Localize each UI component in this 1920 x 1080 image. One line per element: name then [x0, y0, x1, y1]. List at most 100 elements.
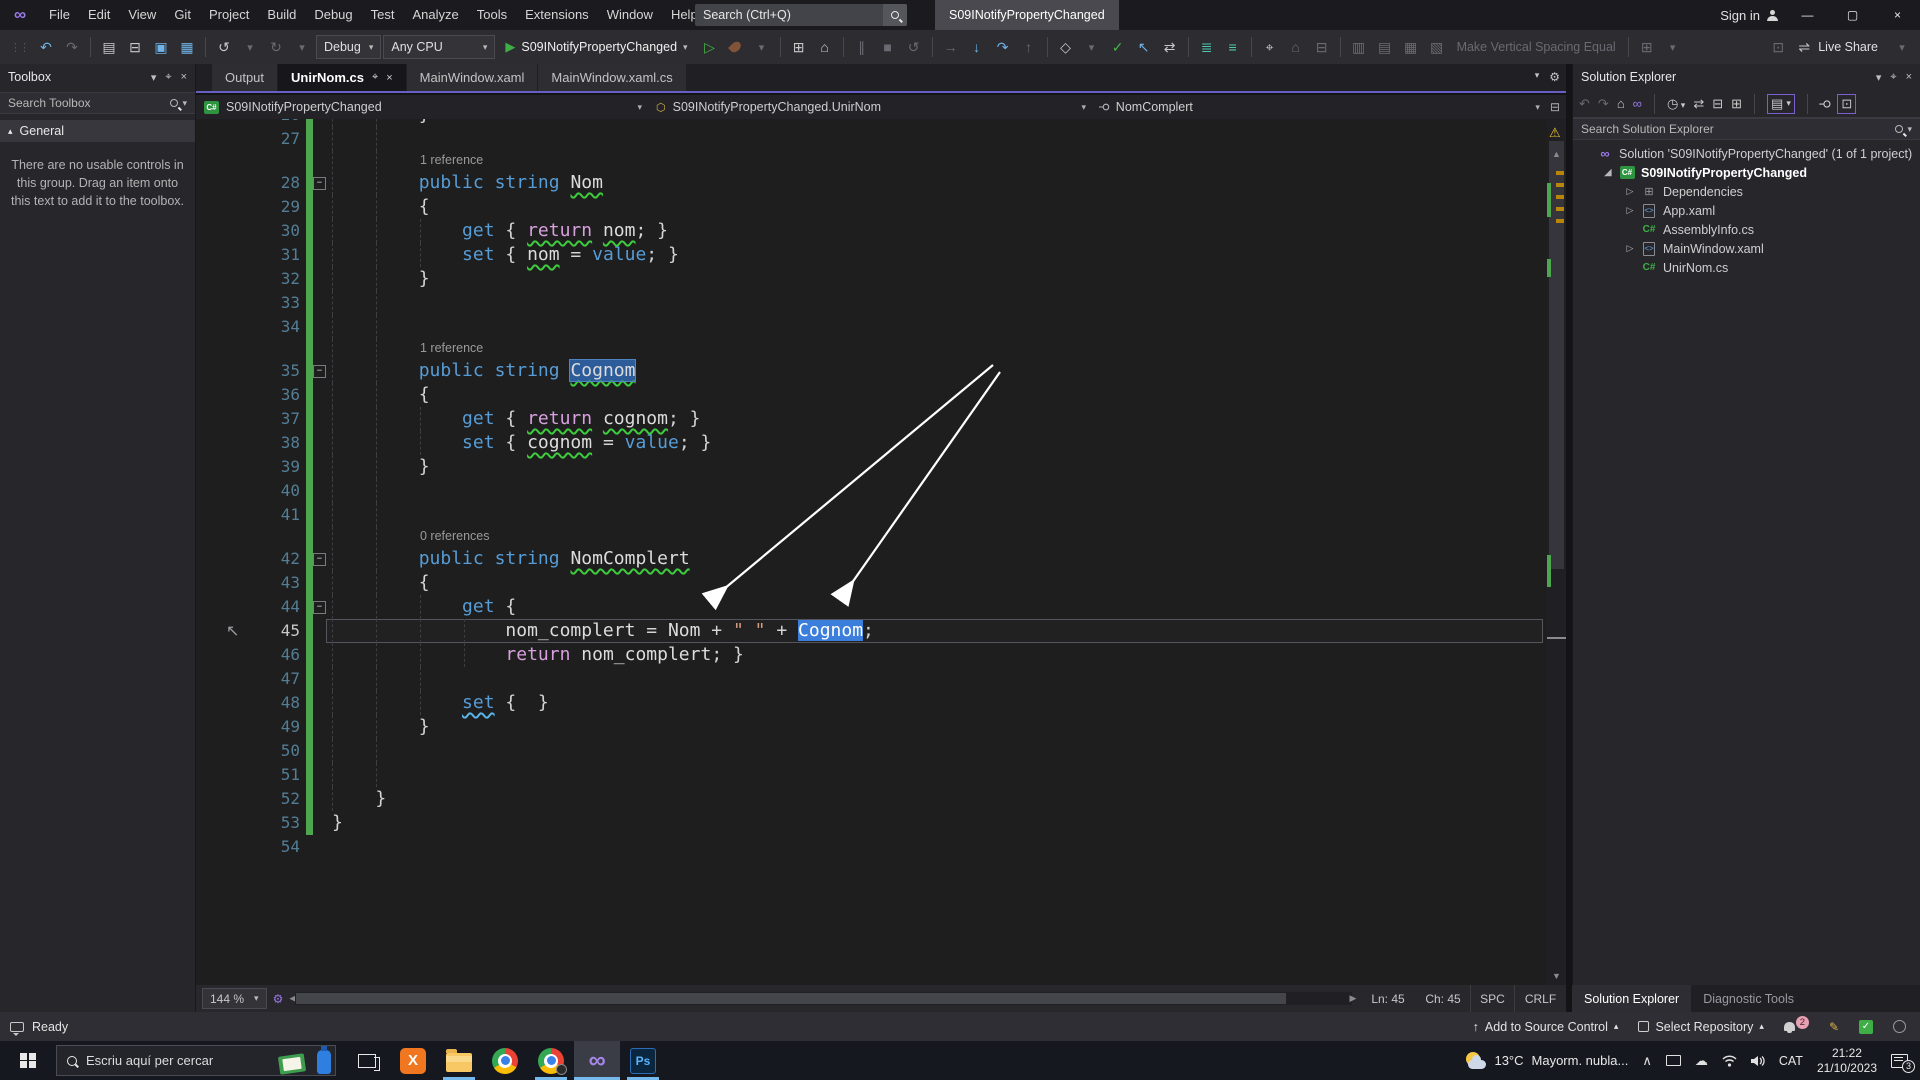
tree-item-mainwindow-xaml[interactable]: ▷<>MainWindow.xaml [1573, 239, 1920, 258]
codelens-references[interactable]: 1 reference [420, 153, 483, 167]
search-icon[interactable] [883, 4, 907, 26]
code-line-40[interactable]: 40 [196, 479, 1547, 503]
code-line-44[interactable]: 44− get { [196, 595, 1547, 619]
menu-item-edit[interactable]: Edit [79, 7, 119, 22]
breadcrumb-class[interactable]: ⬡ S09INotifyPropertyChanged.UnirNom ▾ [648, 100, 1092, 114]
code-line-43[interactable]: 43 { [196, 571, 1547, 595]
tree-item-app-xaml[interactable]: ▷<>App.xaml [1573, 201, 1920, 220]
device-icon[interactable] [1666, 1055, 1681, 1066]
code-line-28[interactable]: 1 reference28− public string Nom [196, 151, 1547, 195]
sign-in-button[interactable]: Sign in [1720, 0, 1778, 30]
taskbar-app-chrome-profile[interactable] [528, 1041, 574, 1080]
grid-dropdown-icon[interactable]: ▾ [1661, 35, 1685, 59]
code-line-48[interactable]: 48 set { } [196, 691, 1547, 715]
scroll-up-icon[interactable]: ▲ [1547, 149, 1566, 159]
code-line-42[interactable]: 0 references42− public string NomCompler… [196, 527, 1547, 571]
analysis-dropdown-icon[interactable]: ▾ [1080, 35, 1104, 59]
code-line-34[interactable]: 34 [196, 315, 1547, 339]
code-analysis-icon[interactable]: ◇ [1054, 35, 1078, 59]
volume-icon[interactable] [1751, 1055, 1765, 1067]
scroll-right-icon[interactable]: ▶ [1346, 985, 1360, 1012]
tree-item-s09inotifypropertychanged[interactable]: ◢C#S09INotifyPropertyChanged [1573, 163, 1920, 182]
expander-icon[interactable]: ◢ [1603, 167, 1613, 178]
sync-settings-icon[interactable]: ⚙ [267, 992, 290, 1006]
taskbar-app-visual-studio[interactable]: ∞ [574, 1041, 620, 1080]
grid-icon[interactable]: ⊞ [1635, 35, 1659, 59]
panel-menu-icon[interactable]: ▾ [1876, 71, 1882, 84]
configuration-dropdown[interactable]: Debug▾ [316, 35, 381, 59]
nested-view-toggle[interactable]: ▤▾ [1767, 94, 1795, 114]
code-line-31[interactable]: 31 set { nom = value; } [196, 243, 1547, 267]
bookmark-prev-icon[interactable]: ⌂ [1284, 35, 1308, 59]
pointer-icon[interactable]: ↖ [1132, 35, 1156, 59]
code-line-54[interactable]: 54 [196, 835, 1547, 859]
code-line-32[interactable]: 32 } [196, 267, 1547, 291]
menu-item-git[interactable]: Git [165, 7, 200, 22]
code-line-37[interactable]: 37 get { return cognom; } [196, 407, 1547, 431]
toolbar-overflow-icon[interactable]: ▾ [1890, 35, 1914, 59]
action-center-button[interactable]: 3 [1891, 1054, 1908, 1068]
toolbox-close-icon[interactable]: × [181, 71, 187, 84]
toolbox-menu-icon[interactable]: ▾ [151, 71, 157, 84]
toolbox-pin-icon[interactable]: ⌖ [165, 71, 171, 84]
tree-item-unirnom-cs[interactable]: C#UnirNom.cs [1573, 258, 1920, 277]
show-hidden-icons-chevron[interactable]: ∧ [1642, 1053, 1652, 1069]
taskbar-app-file-explorer[interactable] [436, 1041, 482, 1080]
toolbox-search-input[interactable]: Search Toolbox ▾ [0, 92, 195, 114]
code-line-53[interactable]: 53} [196, 811, 1547, 835]
quick-search-box[interactable]: Search (Ctrl+Q) [695, 4, 907, 26]
close-button[interactable]: × [1875, 0, 1920, 30]
taskbar-app-chrome[interactable] [482, 1041, 528, 1080]
collapse-region-icon[interactable]: − [313, 177, 326, 190]
redo-icon[interactable]: ↻ [264, 35, 288, 59]
live-share-icon[interactable]: ⇌ [1792, 35, 1816, 59]
tab-mainwindow-xaml-cs[interactable]: MainWindow.xaml.cs [538, 64, 685, 91]
taskbar-app-task-view[interactable] [344, 1041, 390, 1080]
properties-icon[interactable]: ⚲ [1817, 99, 1833, 109]
code-line-29[interactable]: 29 { [196, 195, 1547, 219]
collapse-region-icon[interactable]: − [313, 601, 326, 614]
tab-solution-explorer[interactable]: Solution Explorer [1572, 985, 1691, 1012]
minimize-button[interactable]: — [1785, 0, 1830, 30]
home-icon[interactable]: ⌂ [1617, 96, 1625, 111]
menu-item-window[interactable]: Window [598, 7, 662, 22]
undo-dropdown-icon[interactable]: ▾ [238, 35, 262, 59]
menu-item-debug[interactable]: Debug [305, 7, 361, 22]
feedback-bubble-icon[interactable] [10, 1022, 24, 1032]
code-editor[interactable]: 26 }271 reference28− public string Nom29… [196, 119, 1547, 985]
navigate-forward-icon[interactable]: ↷ [60, 35, 84, 59]
code-line-30[interactable]: 30 get { return nom; } [196, 219, 1547, 243]
code-line-50[interactable]: 50 [196, 739, 1547, 763]
open-file-icon[interactable]: ⊟ [123, 35, 147, 59]
taskbar-app-photoshop[interactable]: Ps [620, 1041, 666, 1080]
code-line-38[interactable]: 38 set { cognom = value; } [196, 431, 1547, 455]
split-editor-icon[interactable]: ⊟ [1550, 100, 1560, 114]
code-line-35[interactable]: 1 reference35− public string Cognom [196, 339, 1547, 383]
code-line-33[interactable]: 33 [196, 291, 1547, 315]
restart-icon[interactable]: ↺ [902, 35, 926, 59]
taskbar-app-xampp[interactable]: X [390, 1041, 436, 1080]
navigate-back-icon[interactable]: ↶ [34, 35, 58, 59]
bookmark-icon[interactable]: ⌖ [1258, 35, 1282, 59]
notifications-bell-button[interactable]: 2 [1774, 1022, 1819, 1031]
expander-icon[interactable]: ▷ [1625, 186, 1635, 197]
feedback-icon[interactable]: ⊡ [1766, 35, 1790, 59]
show-all-files-icon[interactable]: ⊞ [1731, 96, 1742, 112]
pending-edits-icon[interactable]: ✎ [1819, 1020, 1849, 1034]
code-line-41[interactable]: 41 [196, 503, 1547, 527]
editor-scrollbar[interactable]: ▲ ▼ [1547, 119, 1566, 985]
breadcrumb-member[interactable]: ⚲ NomComplert ▾ ⊟ [1092, 100, 1566, 114]
breadcrumb-dropdown-icon[interactable]: ▾ [1535, 102, 1540, 113]
new-project-icon[interactable]: ▤ [97, 35, 121, 59]
tab-output[interactable]: Output [212, 64, 277, 91]
tab-mainwindow-xaml[interactable]: MainWindow.xaml [407, 64, 538, 91]
se-forward-icon[interactable]: ↷ [1598, 96, 1609, 112]
menu-item-analyze[interactable]: Analyze [403, 7, 467, 22]
taskbar-clock[interactable]: 21:22 21/10/2023 [1817, 1046, 1877, 1076]
codelens-references[interactable]: 0 references [420, 529, 489, 543]
tab-list-dropdown-icon[interactable]: ▾ [1535, 70, 1540, 84]
redo-dropdown-icon[interactable]: ▾ [290, 35, 314, 59]
preview-selected-toggle[interactable]: ⊡ [1837, 94, 1856, 114]
add-to-source-control-button[interactable]: ↑Add to Source Control▴ [1463, 1020, 1629, 1034]
save-all-icon[interactable]: ▦ [175, 35, 199, 59]
